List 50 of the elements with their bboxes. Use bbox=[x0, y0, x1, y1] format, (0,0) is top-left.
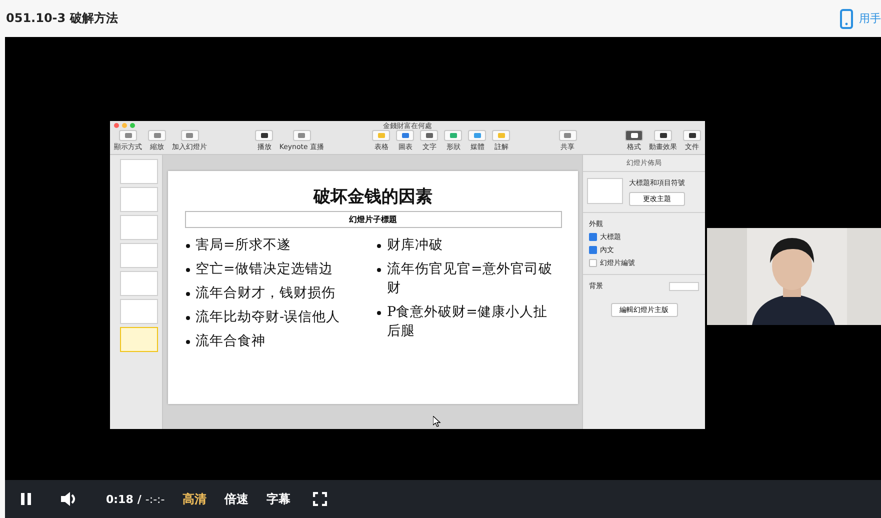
slide-thumbnail[interactable] bbox=[120, 299, 158, 324]
toolbar-button[interactable] bbox=[654, 130, 672, 141]
slide-subtitle: 幻燈片子標題 bbox=[184, 211, 562, 228]
slide-thumbnail[interactable] bbox=[120, 215, 158, 240]
bullet-text: 财库冲破 bbox=[387, 236, 443, 255]
slide-thumbnail[interactable] bbox=[120, 159, 158, 184]
pause-button[interactable] bbox=[20, 492, 32, 506]
slide-thumbnail[interactable] bbox=[120, 327, 158, 352]
phone-icon bbox=[840, 8, 853, 28]
bullet-icon bbox=[377, 268, 381, 272]
time-separator: / bbox=[137, 492, 142, 506]
bullet-icon bbox=[377, 244, 381, 248]
toolbar-button[interactable] bbox=[420, 130, 438, 141]
bullet-text: 害局=所求不遂 bbox=[196, 236, 291, 255]
toolbar-button[interactable] bbox=[255, 130, 274, 141]
bullet-icon bbox=[186, 244, 190, 248]
bullet-text: 空亡=做错决定选错边 bbox=[196, 260, 333, 279]
slide-thumbnail[interactable] bbox=[120, 187, 158, 212]
checkbox[interactable] bbox=[589, 246, 597, 254]
toolbar-button[interactable] bbox=[683, 130, 701, 141]
player-option-button[interactable]: 高清 bbox=[182, 490, 207, 508]
duration: -:-:- bbox=[145, 492, 165, 506]
current-time: 0:18 bbox=[106, 492, 134, 506]
fullscreen-button[interactable] bbox=[312, 492, 327, 506]
slide-title: 破坏金钱的因素 bbox=[314, 186, 432, 208]
bullet-text: P食意外破财=健康小人扯后腿 bbox=[387, 303, 548, 341]
page-title: 051.10-3 破解方法 bbox=[6, 10, 118, 27]
color-swatch[interactable] bbox=[669, 282, 699, 290]
player-option-button[interactable]: 字幕 bbox=[266, 490, 291, 508]
toolbar-button[interactable] bbox=[625, 130, 643, 141]
minimize-icon[interactable] bbox=[122, 123, 127, 128]
close-icon[interactable] bbox=[114, 123, 119, 128]
bullet-text: 流年伤官见官=意外官司破财 bbox=[387, 260, 554, 298]
bullet-text: 流年合财才，钱财损伤 bbox=[196, 284, 336, 303]
slide-thumbnail[interactable] bbox=[120, 243, 158, 268]
checkbox[interactable] bbox=[589, 259, 597, 267]
cursor-icon bbox=[433, 416, 441, 427]
bullet-icon bbox=[186, 292, 190, 296]
layout-thumbnail[interactable] bbox=[587, 178, 623, 204]
bullet-icon bbox=[186, 316, 190, 320]
bullet-text: 流年合食神 bbox=[196, 332, 266, 351]
slide-thumbnail[interactable] bbox=[120, 271, 158, 296]
bullet-icon bbox=[186, 340, 190, 344]
bullet-icon bbox=[186, 268, 190, 272]
volume-button[interactable] bbox=[60, 491, 78, 507]
bullet-text: 流年比劫夺财-误信他人 bbox=[196, 308, 340, 327]
bullet-icon bbox=[377, 311, 381, 315]
checkbox[interactable] bbox=[589, 233, 597, 241]
zoom-icon[interactable] bbox=[130, 123, 135, 128]
player-option-button[interactable]: 倍速 bbox=[224, 490, 249, 508]
